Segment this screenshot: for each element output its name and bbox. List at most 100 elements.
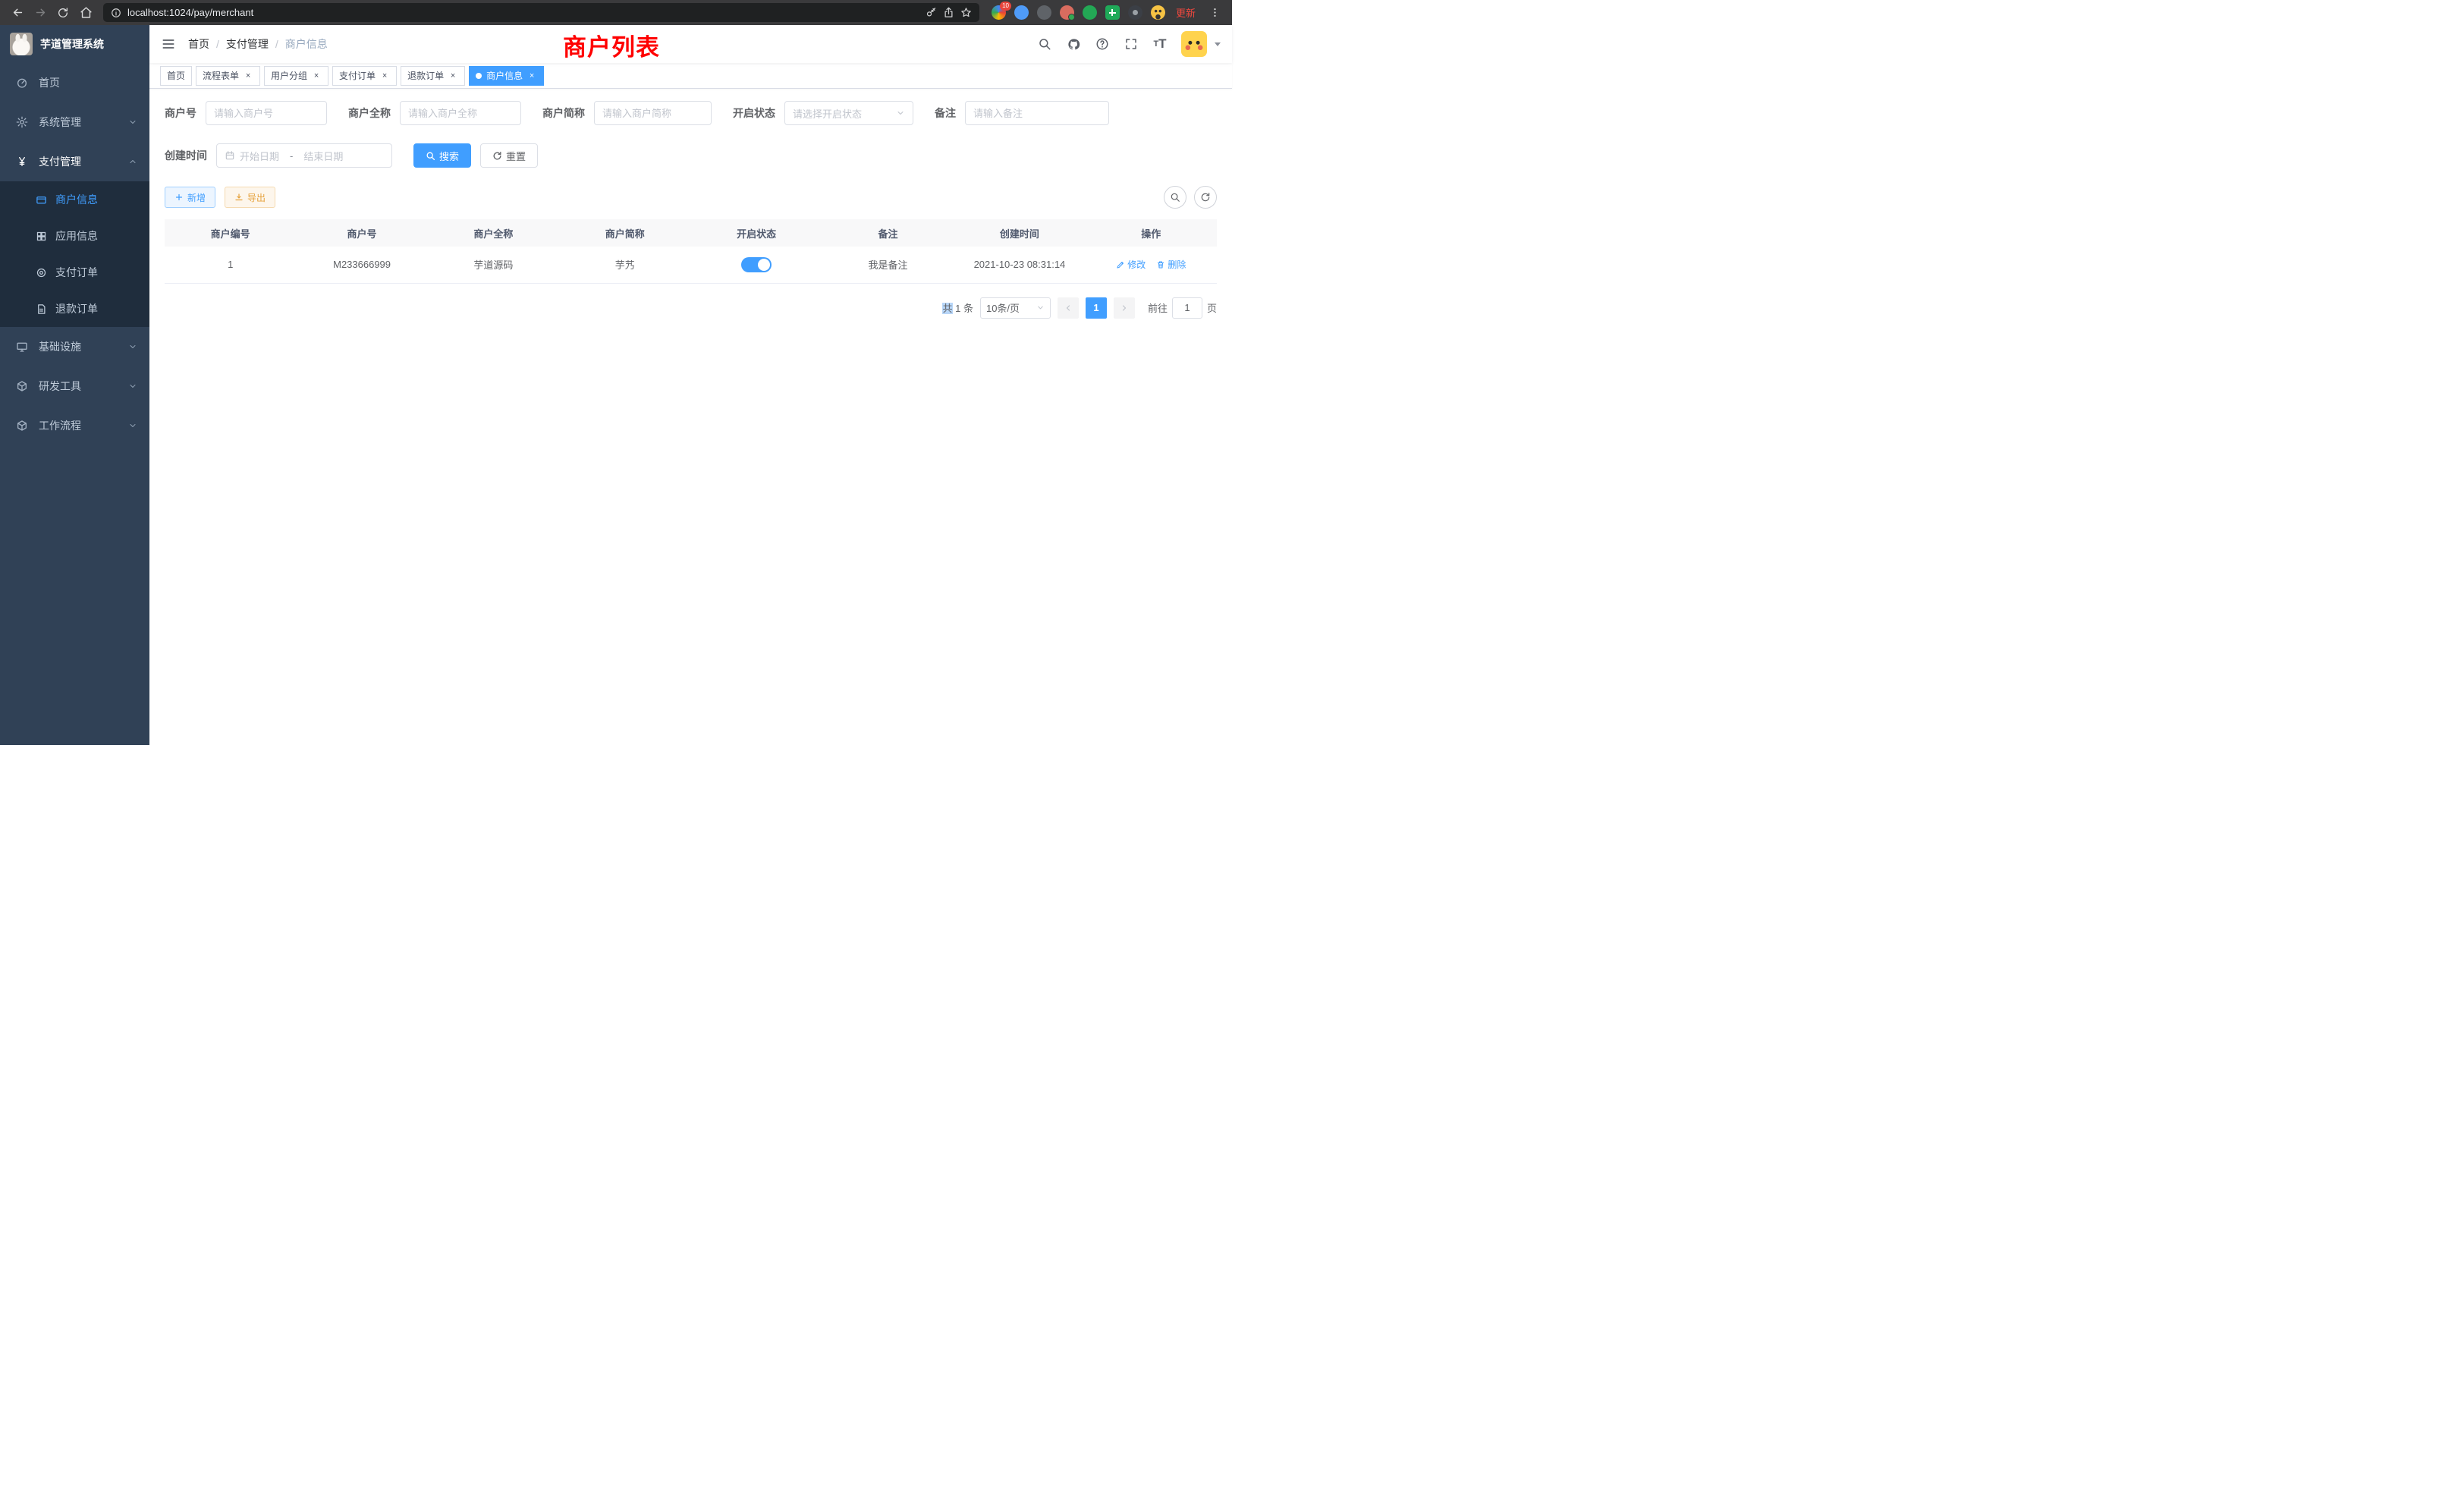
status-toggle[interactable] [741,257,772,272]
tab-refund-order[interactable]: 退款订单 × [401,66,465,86]
browser-reload-icon[interactable] [53,3,73,23]
add-button-label: 新增 [187,191,206,204]
field-label: 商户全称 [348,105,400,121]
sidebar-item-refund-order[interactable]: 退款订单 [0,291,149,327]
target-icon [35,267,47,278]
avatar-caret-icon[interactable] [1215,42,1221,46]
search-icon[interactable] [1032,30,1057,58]
status-select[interactable]: 请选择开启状态 [784,101,913,125]
browser-back-icon[interactable] [8,3,27,23]
search-button[interactable]: 搜索 [413,143,471,168]
remark-input-field[interactable] [973,108,1101,119]
github-icon[interactable] [1061,30,1086,58]
sidebar-item-pay[interactable]: 支付管理 [0,142,149,181]
sidebar-item-workflow[interactable]: 工作流程 [0,406,149,445]
tab-user-group[interactable]: 用户分组 × [264,66,328,86]
share-icon[interactable] [943,7,954,18]
sidebar-item-app-info[interactable]: 应用信息 [0,218,149,254]
tab-pay-order[interactable]: 支付订单 × [332,66,397,86]
extension-icon-7[interactable] [1128,5,1142,20]
sidebar-item-infra[interactable]: 基础设施 [0,327,149,366]
close-icon[interactable]: × [379,71,390,81]
user-avatar[interactable] [1181,31,1207,57]
edit-link[interactable]: 修改 [1116,258,1146,271]
document-icon [35,303,47,315]
full-name-input-field[interactable] [408,108,513,119]
reset-button[interactable]: 重置 [480,143,538,168]
extension-icon-8[interactable] [1151,5,1165,20]
sidebar-item-label: 应用信息 [55,228,98,244]
close-icon[interactable]: × [526,71,537,81]
breadcrumb-current: 商户信息 [285,36,328,52]
close-icon[interactable]: × [243,71,253,81]
next-page-button[interactable] [1114,297,1135,319]
close-icon[interactable]: × [448,71,458,81]
extension-icon-6[interactable] [1105,5,1120,20]
sidebar-item-system[interactable]: 系统管理 [0,102,149,142]
tags-bar: 首页 流程表单 × 用户分组 × 支付订单 × 退款订单 × 商户信息 × [149,63,1232,89]
date-separator: - [284,150,299,162]
goto-page-input[interactable] [1172,297,1202,319]
extension-icon-1[interactable]: 10 [992,5,1006,20]
help-icon[interactable] [1090,30,1114,58]
chevron-up-icon [128,157,137,166]
export-button-label: 导出 [247,191,266,204]
form-item-remark: 备注 [935,101,1109,125]
chevron-down-icon [128,421,137,430]
full-name-input[interactable] [400,101,521,125]
short-name-input[interactable] [594,101,712,125]
breadcrumb-home[interactable]: 首页 [188,36,209,52]
sidebar-logo[interactable]: 芋道管理系统 [0,25,149,63]
extension-icon-2[interactable] [1014,5,1029,20]
hamburger-icon[interactable] [161,36,176,52]
short-name-input-field[interactable] [602,108,703,119]
field-label: 开启状态 [733,105,784,121]
sidebar-item-merchant-info[interactable]: 商户信息 [0,181,149,218]
browser-menu-icon[interactable] [1205,3,1224,23]
extension-icon-5[interactable] [1083,5,1097,20]
toggle-search-button[interactable] [1164,186,1186,209]
page-size-select[interactable]: 10条/页 [980,297,1051,319]
refresh-button[interactable] [1194,186,1217,209]
address-bar[interactable]: localhost:1024/pay/merchant [103,3,979,22]
sidebar-item-label: 首页 [39,75,60,90]
font-size-icon[interactable]: TT [1148,30,1172,58]
merchant-no-input[interactable] [206,101,327,125]
sidebar-item-label: 基础设施 [39,339,81,354]
credit-card-icon [35,194,47,206]
browser-forward-icon[interactable] [30,3,50,23]
col-remark: 备注 [822,219,954,247]
tab-process-form[interactable]: 流程表单 × [196,66,260,86]
delete-link[interactable]: 删除 [1156,258,1186,271]
sidebar-item-pay-order[interactable]: 支付订单 [0,254,149,291]
password-key-icon[interactable] [926,7,937,18]
export-button[interactable]: 导出 [225,187,275,208]
remark-input[interactable] [965,101,1109,125]
fullscreen-icon[interactable] [1119,30,1143,58]
date-end-placeholder: 结束日期 [303,149,343,163]
sidebar-item-home[interactable]: 首页 [0,63,149,102]
search-button-label: 搜索 [439,149,459,163]
breadcrumb-pay[interactable]: 支付管理 [226,36,269,52]
bookmark-star-icon[interactable] [960,7,972,18]
sidebar-item-devtools[interactable]: 研发工具 [0,366,149,406]
add-button[interactable]: 新增 [165,187,215,208]
merchant-no-input-field[interactable] [214,108,319,119]
site-info-icon[interactable] [111,8,121,18]
prev-page-button[interactable] [1058,297,1079,319]
browser-update-button[interactable]: 更新 [1176,5,1196,20]
table-toolbar: 新增 导出 [165,186,1217,209]
extension-icon-4[interactable] [1060,5,1074,20]
tab-home[interactable]: 首页 [160,66,192,86]
close-icon[interactable]: × [311,71,322,81]
date-range-picker[interactable]: 开始日期 - 结束日期 [216,143,392,168]
extension-icon-3[interactable] [1037,5,1051,20]
grid-icon [35,231,47,242]
page-number-button[interactable]: 1 [1086,297,1107,319]
box-icon [15,420,29,432]
browser-home-icon[interactable] [76,3,96,23]
url-text: localhost:1024/pay/merchant [127,7,253,18]
breadcrumb-separator: / [216,38,219,50]
tab-merchant-info[interactable]: 商户信息 × [469,66,544,86]
tab-label: 用户分组 [271,69,307,82]
